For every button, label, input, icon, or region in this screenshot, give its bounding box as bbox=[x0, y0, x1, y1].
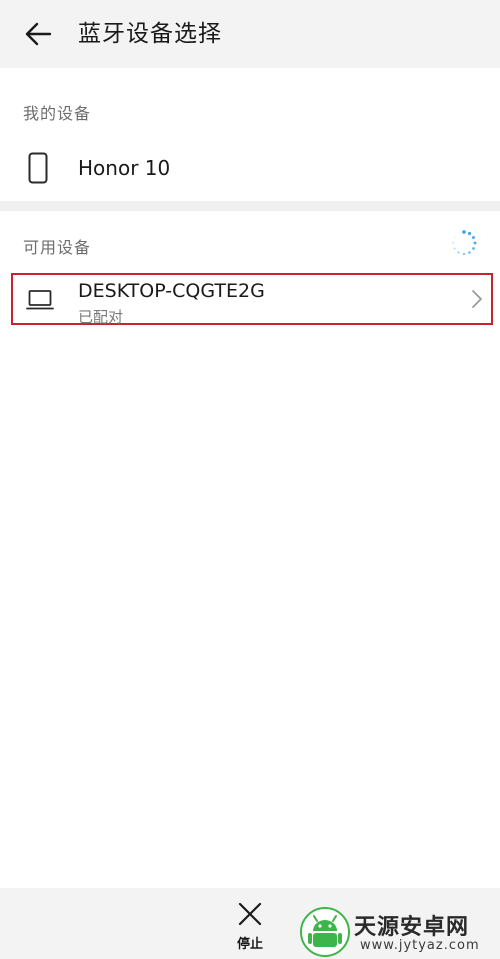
arrow-left-icon bbox=[25, 22, 52, 46]
stop-button[interactable]: 停止 bbox=[222, 898, 278, 956]
watermark-text: 天源安卓网 bbox=[354, 915, 470, 940]
phone-icon bbox=[28, 152, 48, 184]
available-device-name: DESKTOP-CQGTE2G bbox=[78, 280, 265, 302]
available-device-status: 已配对 bbox=[78, 308, 124, 326]
loading-spinner-icon bbox=[452, 230, 477, 256]
top-app-bar: 蓝牙设备选择 bbox=[0, 0, 500, 68]
paired-device-honor-10[interactable]: Honor 10 bbox=[0, 136, 500, 202]
device-list-panel: 我的设备 Honor 10 可用设备 DESKTOP-CQGTE2G 已配对 bbox=[0, 68, 500, 888]
my-devices-label: 我的设备 bbox=[23, 104, 92, 123]
stop-label: 停止 bbox=[236, 937, 263, 952]
chevron-right-icon bbox=[472, 290, 482, 308]
section-divider bbox=[0, 201, 500, 211]
available-devices-label: 可用设备 bbox=[23, 238, 92, 257]
laptop-icon bbox=[26, 290, 54, 310]
available-device-desktop-cqgte2g[interactable]: DESKTOP-CQGTE2G 已配对 bbox=[11, 273, 493, 326]
close-icon bbox=[238, 902, 262, 926]
watermark-url: www.jytyaz.com bbox=[360, 938, 480, 953]
my-device-name: Honor 10 bbox=[78, 156, 171, 180]
android-logo-icon bbox=[300, 907, 350, 957]
page-title: 蓝牙设备选择 bbox=[78, 21, 222, 47]
site-watermark: 天源安卓网 www.jytyaz.com bbox=[300, 907, 500, 959]
back-button[interactable] bbox=[18, 16, 58, 52]
